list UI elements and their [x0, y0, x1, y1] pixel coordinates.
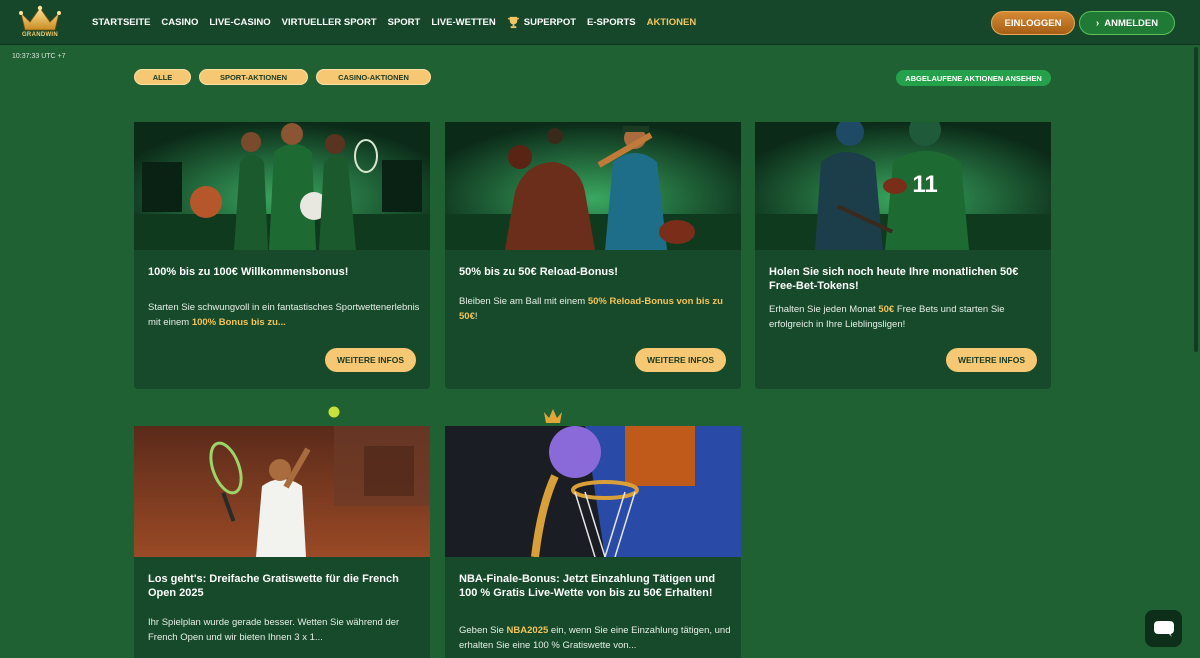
login-button[interactable]: EINLOGGEN — [991, 11, 1075, 35]
top-header: GRANDWIN STARTSEITE CASINO LIVE-CASINO V… — [0, 0, 1200, 45]
promo-card-welcome: 100% bis zu 100€ Willkommensbonus! Start… — [134, 122, 430, 389]
promo-title: 100% bis zu 100€ Willkommensbonus! — [148, 266, 349, 278]
promo-description-highlight: 50€ — [878, 304, 895, 315]
promo-description-text: Bleiben Sie am Ball mit einem — [459, 296, 588, 307]
promo-title: Los geht's: Dreifache Gratiswette für di… — [148, 573, 399, 599]
promo-title: NBA-Finale-Bonus: Jetzt Einzahlung Tätig… — [459, 573, 716, 599]
nav-item-casino[interactable]: CASINO — [161, 17, 198, 28]
crown-icon — [544, 409, 562, 423]
promo-description: Starten Sie schwungvoll in ein fantastis… — [148, 300, 420, 330]
nav-item-superpot-label: SUPERPOT — [523, 17, 577, 28]
tennis-ball-icon — [328, 406, 340, 418]
promo-title: 50% bis zu 50€ Reload-Bonus! — [459, 266, 618, 278]
trophy-icon — [507, 16, 519, 29]
logo-text: GRANDWIN — [21, 32, 59, 38]
more-info-button[interactable]: WEITERE INFOS — [946, 348, 1037, 372]
promo-image-basketball — [445, 426, 741, 557]
promo-image-athletes — [134, 122, 430, 250]
more-info-button[interactable]: WEITERE INFOS — [635, 348, 726, 372]
promo-description-text-end: ! — [474, 311, 478, 322]
svg-text:11: 11 — [912, 171, 937, 198]
nav-item-startseite[interactable]: STARTSEITE — [92, 17, 150, 28]
register-label: ANMELDEN — [1104, 17, 1159, 29]
more-info-button[interactable]: WEITERE INFOS — [325, 348, 416, 372]
promo-description-highlight: NBA2025 — [506, 625, 549, 636]
nav-item-virtueller-sport[interactable]: VIRTUELLER SPORT — [282, 17, 377, 28]
grandwin-logo[interactable]: GRANDWIN — [14, 5, 66, 41]
nav-item-aktionen[interactable]: AKTIONEN — [647, 17, 697, 28]
filter-sport-chip[interactable]: SPORT-AKTIONEN — [199, 69, 308, 85]
promo-description: Ihr Spielplan wurde gerade besser. Wette… — [148, 615, 420, 645]
page-scrollbar[interactable] — [1194, 47, 1198, 352]
register-button[interactable]: › ANMELDEN — [1079, 11, 1175, 35]
promo-card-nba-finals: NBA-Finale-Bonus: Jetzt Einzahlung Tätig… — [445, 426, 741, 658]
promo-card-free-bet-tokens: 11 Holen Sie sich noch heute Ihre monatl… — [755, 122, 1051, 389]
nav-item-superpot[interactable]: SUPERPOT — [507, 16, 576, 29]
filter-all-chip[interactable]: ALLE — [134, 69, 191, 85]
promo-image-horse-baseball — [445, 122, 741, 250]
nav-item-sport[interactable]: SPORT — [388, 17, 421, 28]
crown-icon — [19, 5, 61, 31]
promo-description: Bleiben Sie am Ball mit einem 50% Reload… — [459, 294, 731, 324]
nav-item-live-wetten[interactable]: LIVE-WETTEN — [431, 17, 495, 28]
chat-button[interactable] — [1145, 610, 1182, 647]
filter-casino-chip[interactable]: CASINO-AKTIONEN — [316, 69, 431, 85]
promo-description-text: Erhalten Sie jeden Monat — [769, 304, 879, 315]
promo-description: Geben Sie NBA2025 ein, wenn Sie eine Ein… — [459, 623, 731, 653]
main-nav: STARTSEITE CASINO LIVE-CASINO VIRTUELLER… — [92, 0, 707, 45]
promo-title: Holen Sie sich noch heute Ihre monatlich… — [769, 266, 1019, 292]
promo-description-highlight: 100% Bonus bis zu... — [191, 317, 286, 328]
chat-bubble-icon — [1153, 620, 1174, 637]
promo-image-hockey-football: 11 — [755, 122, 1051, 250]
promo-description-text: Ihr Spielplan wurde gerade besser. Wette… — [148, 617, 400, 643]
nav-item-live-casino[interactable]: LIVE-CASINO — [209, 17, 270, 28]
chevron-right-icon: › — [1095, 17, 1100, 29]
expired-promotions-button[interactable]: ABGELAUFENE AKTIONEN ANSEHEN — [896, 70, 1051, 86]
promo-description-text: Geben Sie — [459, 625, 507, 636]
promo-card-french-open: Los geht's: Dreifache Gratiswette für di… — [134, 426, 430, 658]
nav-item-e-sports[interactable]: E-SPORTS — [587, 17, 636, 28]
promo-card-reload: 50% bis zu 50€ Reload-Bonus! Bleiben Sie… — [445, 122, 741, 389]
promo-image-tennis — [134, 426, 430, 557]
clock-display: 10:37:33 UTC +7 — [12, 53, 66, 60]
promo-description: Erhalten Sie jeden Monat 50€ Free Bets u… — [769, 302, 1041, 332]
